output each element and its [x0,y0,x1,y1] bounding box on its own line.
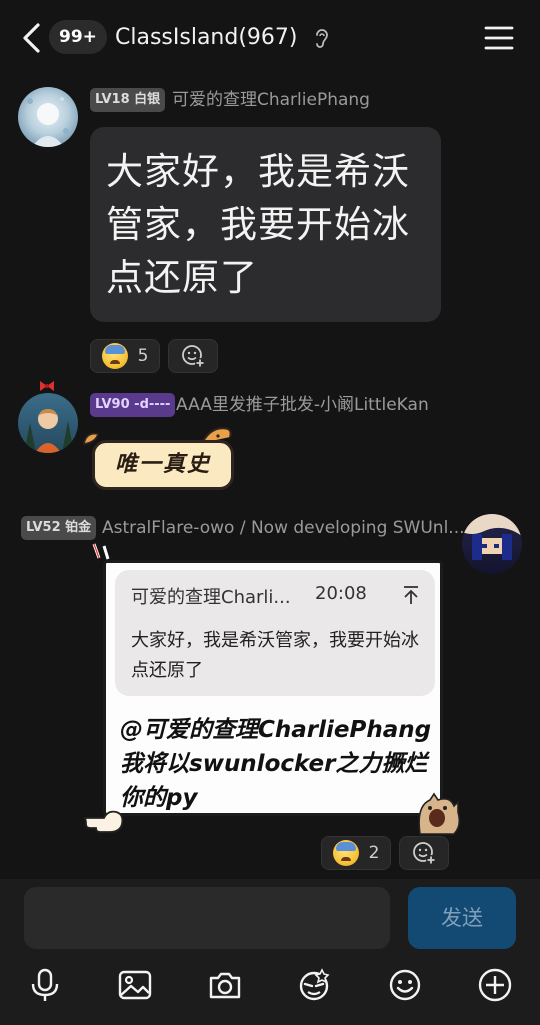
jump-to-top-icon[interactable] [402,585,420,605]
level-badge: LV18 白银 [90,88,166,112]
cat-sticker-icon [418,792,460,835]
add-emoji-icon [182,345,205,368]
anxious-face-icon [332,840,359,866]
add-emoji-icon [413,842,436,865]
reaction-count: 5 [137,346,149,366]
avatar-astralflare[interactable] [462,514,522,574]
avatar-art-icon [24,409,74,453]
anxious-face-icon [101,343,128,369]
message-input[interactable] [24,887,390,949]
add-reaction-button[interactable] [168,339,218,373]
avatar-art-icon [462,514,522,560]
mic-icon[interactable] [27,967,63,1003]
quoted-time: 20:08 [315,583,367,604]
emoji-icon[interactable] [387,967,423,1003]
sticker-text: 唯一真史 [114,452,211,477]
avatar-charlie[interactable] [18,87,78,147]
camera-icon[interactable] [207,967,243,1003]
back-arrow-icon[interactable] [16,20,46,56]
quoted-text: 大家好，我是希沃管家，我要开始冰点还原了 [131,630,419,681]
sender-name[interactable]: AstralFlare-owo / Now developing SWUnl..… [102,516,465,540]
sticker-bubble[interactable]: 唯一真史 [92,440,234,490]
send-button[interactable]: 发送 [408,887,516,949]
avatar-littlekan[interactable] [18,393,78,453]
level-badge: LV90 -d---- [90,393,176,417]
image-icon[interactable] [117,967,153,1003]
ear-icon[interactable] [313,27,331,49]
message-text: 大家好，我是希沃管家，我要开始冰点还原了 [106,150,410,299]
group-title[interactable]: ClassIsland(967) [115,22,298,54]
quoted-sender: 可爱的查理Charli... [131,587,291,608]
sticker-face-icon[interactable] [296,967,332,1003]
plus-icon[interactable] [477,967,513,1003]
level-badge: LV52 铂金 [21,516,97,540]
add-reaction-button[interactable] [399,836,449,870]
pointing-hand-icon [83,810,124,833]
sender-name[interactable]: 可爱的查理CharliePhang [172,88,370,112]
reply-text: @可爱的查理CharliePhang 我将以swunlocker之力撅烂你的py [120,717,432,811]
red-bow-icon [40,381,54,391]
chat-header: 99+ ClassIsland(967) [0,0,540,76]
reaction-chip[interactable]: 5 [90,339,160,373]
unread-badge[interactable]: 99+ [49,20,107,54]
reaction-count: 2 [368,843,380,863]
reply-card[interactable]: 可爱的查理Charli... 20:08 大家好，我是希沃管家，我要开始冰点还原… [103,560,443,816]
message-bubble[interactable]: 大家好，我是希沃管家，我要开始冰点还原了 [90,127,441,322]
avatar-art-icon [27,97,69,147]
quoted-message[interactable]: 可爱的查理Charli... 20:08 大家好，我是希沃管家，我要开始冰点还原… [115,570,435,696]
sender-name[interactable]: AAA里发推子批发-小阚LittleKan [176,393,429,417]
menu-icon[interactable] [484,25,514,51]
reaction-chip[interactable]: 2 [321,836,391,870]
composer-bar: 发送 [0,879,540,1025]
